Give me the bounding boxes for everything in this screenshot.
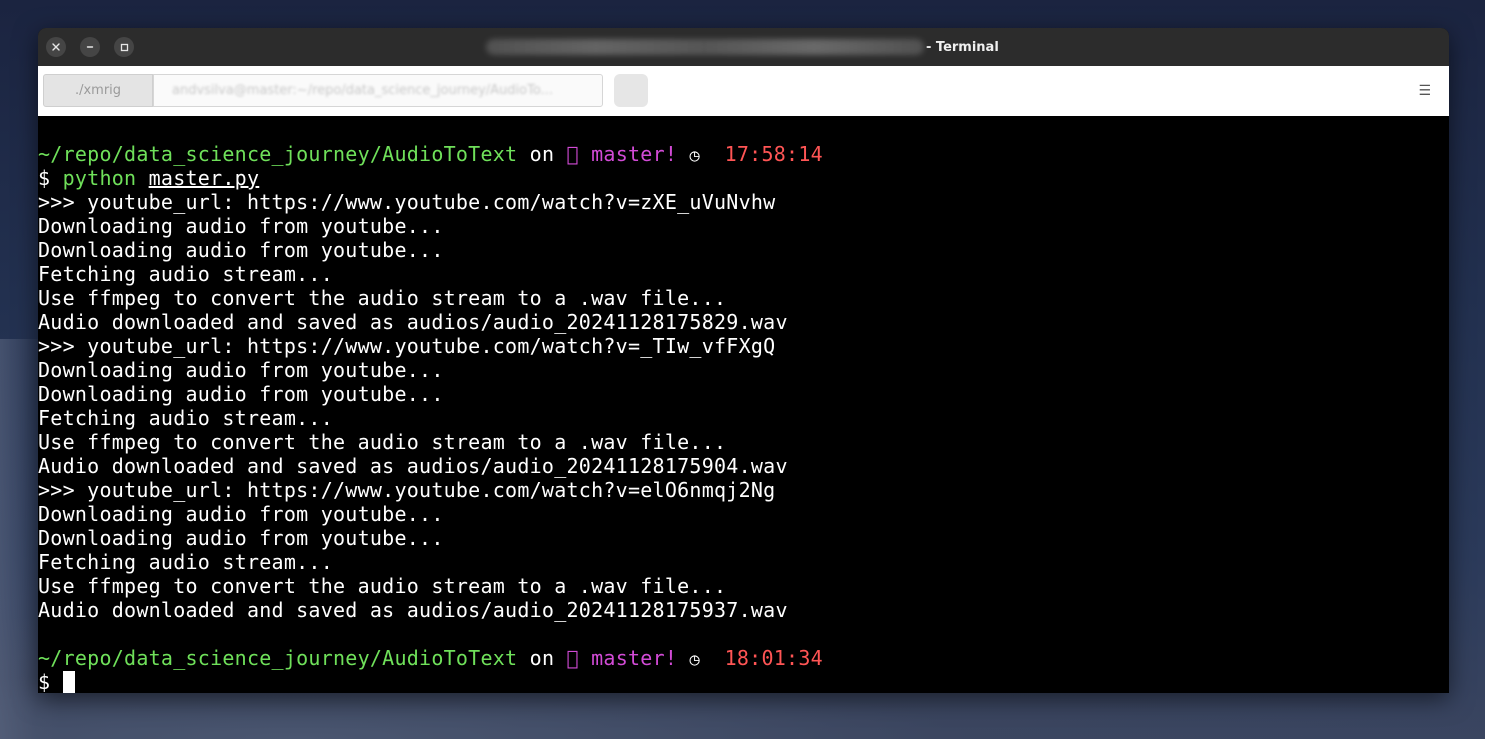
clock-icon: ◷ [689,650,700,670]
git-branch-icon:  [566,646,579,670]
output-line: Fetching audio stream... [38,262,333,286]
prompt-path: ~/repo/data_science_journey/AudioToText [38,142,518,166]
output-line: Fetching audio stream... [38,406,333,430]
terminal-window: - Terminal ./xmrig andvsilva@master:~/re… [38,28,1449,693]
tab-label: andvsilva@master:~/repo/data_science_jou… [172,83,553,98]
output-line: Downloading audio from youtube... [38,502,444,526]
output-line: >>> youtube_url: https://www.youtube.com… [38,334,776,358]
output-line: Downloading audio from youtube... [38,214,444,238]
minimize-icon [86,46,94,48]
redacted-title [486,39,924,55]
output-line: >>> youtube_url: https://www.youtube.com… [38,478,776,502]
window-title: - Terminal [486,28,999,66]
command-input-line[interactable]: $ [38,670,1449,693]
output-line: Audio downloaded and saved as audios/aud… [38,310,788,334]
prompt-branch: master! [591,142,678,166]
command-name: python [62,166,137,190]
git-branch-icon:  [566,142,579,166]
maximize-icon [120,43,128,51]
hamburger-menu-icon[interactable]: ☰ [1418,84,1431,98]
tab-terminal-active[interactable]: andvsilva@master:~/repo/data_science_jou… [153,74,603,107]
prompt-line: ~/repo/data_science_journey/AudioToText … [38,646,1449,670]
prompt-on: on [529,646,555,670]
minimize-button[interactable] [80,37,100,57]
text-cursor [62,671,75,693]
terminal-output[interactable]: ~/repo/data_science_journey/AudioToText … [38,116,1449,693]
output-line: Downloading audio from youtube... [38,382,444,406]
command-line: $ python master.py [38,166,1449,190]
output-line: Downloading audio from youtube... [38,526,444,550]
prompt-symbol: $ [38,166,51,190]
prompt-time: 17:58:14 [724,142,823,166]
close-icon [52,43,60,51]
prompt-on: on [529,142,555,166]
output-line: Use ffmpeg to convert the audio stream t… [38,286,727,310]
maximize-button[interactable] [114,37,134,57]
output-line: Use ffmpeg to convert the audio stream t… [38,430,727,454]
prompt-time: 18:01:34 [724,646,823,670]
output-line: Downloading audio from youtube... [38,238,444,262]
prompt-path: ~/repo/data_science_journey/AudioToText [38,646,518,670]
output-line: Fetching audio stream... [38,550,333,574]
output-line: >>> youtube_url: https://www.youtube.com… [38,190,776,214]
command-argument: master.py [148,166,260,190]
prompt-line: ~/repo/data_science_journey/AudioToText … [38,142,1449,166]
title-bar[interactable]: - Terminal [38,28,1449,66]
clock-icon: ◷ [689,146,700,166]
tab-bar: ./xmrig andvsilva@master:~/repo/data_sci… [38,66,1449,116]
tab-label: ./xmrig [74,83,122,98]
close-button[interactable] [46,37,66,57]
output-line: Use ffmpeg to convert the audio stream t… [38,574,727,598]
prompt-branch: master! [591,646,678,670]
new-tab-button[interactable] [614,74,648,107]
prompt-symbol: $ [38,670,51,693]
tab-xmrig[interactable]: ./xmrig [43,74,153,107]
output-line: Downloading audio from youtube... [38,358,444,382]
window-title-text: - Terminal [926,39,999,55]
output-line: Audio downloaded and saved as audios/aud… [38,454,788,478]
output-line: Audio downloaded and saved as audios/aud… [38,598,788,622]
